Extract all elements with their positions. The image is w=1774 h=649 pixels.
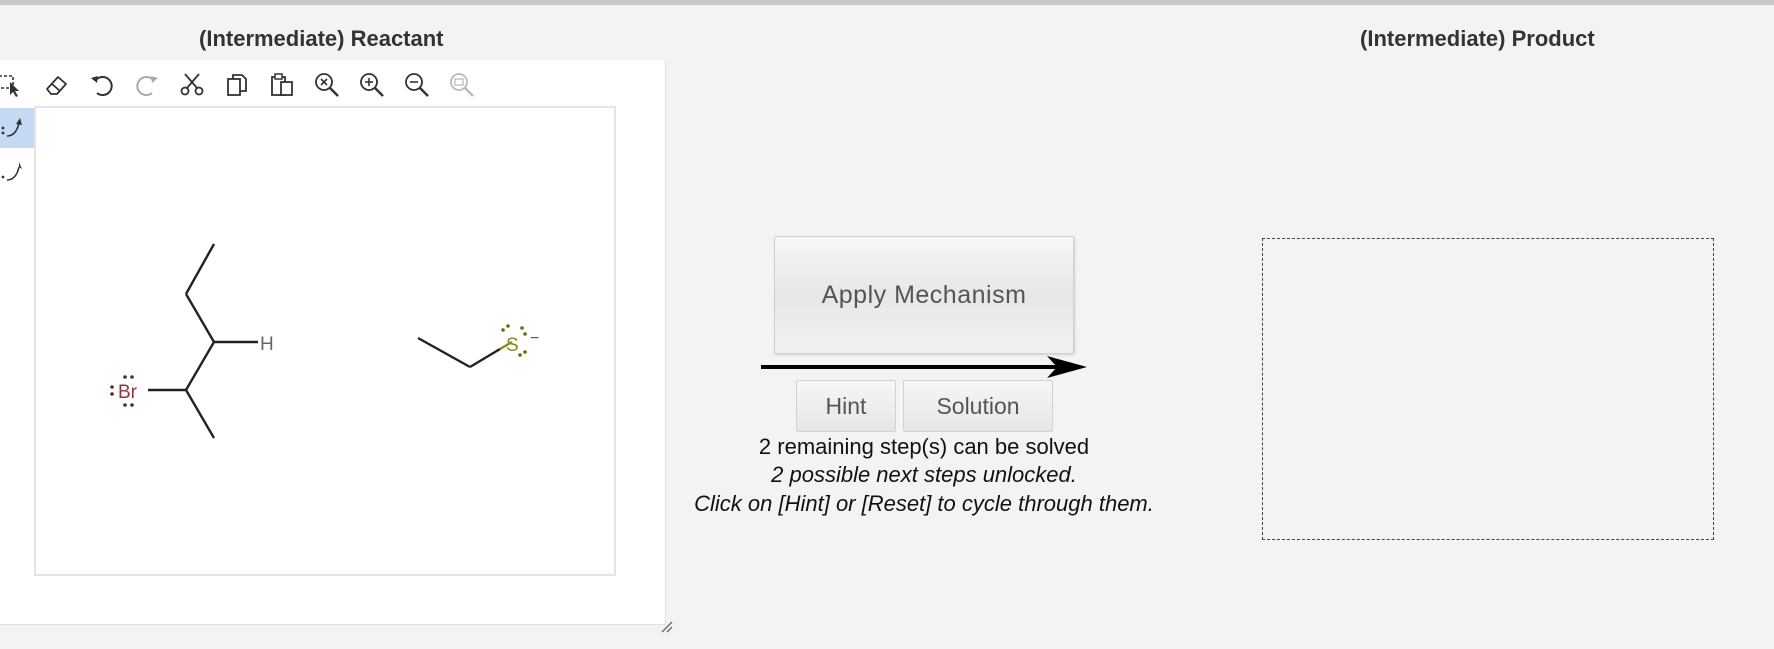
eraser-tool-button[interactable] [40, 68, 74, 102]
undo-button[interactable] [85, 68, 119, 102]
hydrogen-atom-label: H [260, 334, 274, 355]
electron-pair-arrow-tool[interactable] [0, 108, 34, 148]
reactant-drawing-canvas[interactable]: H Br S − [34, 106, 616, 576]
remaining-steps-text: 2 remaining step(s) can be solved [758, 434, 1090, 459]
product-drop-area[interactable] [1262, 238, 1714, 540]
reactant-panel-title: (Intermediate) Reactant [199, 26, 444, 51]
paste-button[interactable] [265, 68, 299, 102]
select-icon [0, 75, 19, 97]
zoom-fit-button[interactable] [445, 68, 479, 102]
copy-icon [227, 74, 247, 96]
resize-grip-icon[interactable] [660, 620, 674, 634]
solution-button[interactable]: Solution [903, 380, 1053, 432]
redo-button[interactable] [130, 68, 164, 102]
curved-arrow-pair-icon [1, 118, 22, 137]
sulfur-atom-label: S [506, 335, 519, 356]
unlocked-steps-text: 2 possible next steps unlocked. [771, 462, 1077, 487]
zoom-in-button[interactable] [355, 68, 389, 102]
zoom-in-icon [360, 73, 384, 97]
curved-arrow-single-icon [1, 162, 22, 181]
zoom-fit-icon [450, 73, 474, 97]
bromine-atom-label: Br [118, 382, 138, 403]
reactant-molecules: H Br S − [110, 243, 539, 439]
molecule-editor: H Br S − [0, 60, 666, 625]
zoom-reset-button[interactable] [310, 68, 344, 102]
bromo-alkane-molecule[interactable]: H Br [110, 243, 274, 439]
single-electron-arrow-tool[interactable] [0, 152, 34, 192]
undo-icon [91, 76, 113, 96]
hint-button[interactable]: Hint [796, 380, 896, 432]
negative-charge-label: − [530, 330, 539, 347]
cut-button[interactable] [175, 68, 209, 102]
copy-button[interactable] [220, 68, 254, 102]
zoom-out-icon [405, 73, 429, 97]
cut-icon [180, 73, 204, 96]
redo-icon [136, 76, 158, 96]
zoom-out-button[interactable] [400, 68, 434, 102]
paste-icon [271, 73, 293, 96]
product-panel-title: (Intermediate) Product [1360, 26, 1595, 51]
cycle-instructions-text: Click on [Hint] or [Reset] to cycle thro… [694, 491, 1154, 516]
apply-mechanism-button[interactable]: Apply Mechanism [774, 236, 1074, 354]
zoom-reset-icon [315, 73, 339, 97]
window-top-border [0, 0, 1774, 5]
select-tool-button[interactable] [0, 68, 28, 102]
eraser-icon [46, 76, 67, 95]
ethanethiolate-molecule[interactable]: S − [417, 324, 539, 369]
